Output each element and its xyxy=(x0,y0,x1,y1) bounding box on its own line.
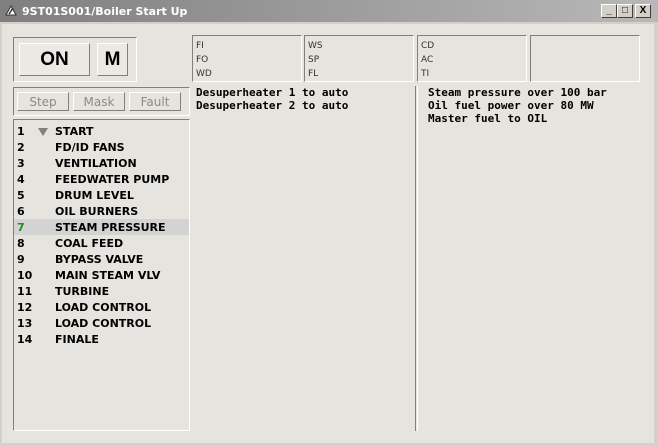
step-number: 6 xyxy=(17,204,25,218)
step-number: 3 xyxy=(17,156,25,170)
step-row[interactable]: 11 TURBINE xyxy=(14,283,189,299)
step-row[interactable]: 7 STEAM PRESSURE xyxy=(14,219,189,235)
step-row[interactable]: 14 FINALE xyxy=(14,331,189,347)
step-name: TURBINE xyxy=(55,284,110,298)
step-row[interactable]: 12 LOAD CONTROL xyxy=(14,299,189,315)
title-bar[interactable]: 9ST01S001/Boiler Start Up _ □ X xyxy=(0,0,658,22)
condition-line: Steam pressure over 100 bar xyxy=(428,86,607,99)
signal-label: AC xyxy=(421,55,434,65)
current-step-marker-icon xyxy=(38,128,48,136)
minimize-button[interactable]: _ xyxy=(601,4,617,18)
window-title: 9ST01S001/Boiler Start Up xyxy=(22,4,188,18)
mode-panel: ON M xyxy=(13,37,137,82)
signal-box-2: WS SP FL xyxy=(304,35,414,82)
step-number: 14 xyxy=(17,332,33,346)
step-row[interactable]: 3 VENTILATION xyxy=(14,155,189,171)
step-name: LOAD CONTROL xyxy=(55,300,152,314)
action-line: Desuperheater 1 to auto xyxy=(196,86,349,99)
step-name: START xyxy=(55,124,94,138)
signal-label: TI xyxy=(421,69,430,79)
condition-list: Steam pressure over 100 bar Oil fuel powe… xyxy=(428,86,607,125)
condition-line: Oil fuel power over 80 MW xyxy=(428,99,594,112)
step-row[interactable]: 4 FEEDWATER PUMP xyxy=(14,171,189,187)
condition-line: Master fuel to OIL xyxy=(428,112,548,125)
action-line: Desuperheater 2 to auto xyxy=(196,99,349,112)
app-icon[interactable] xyxy=(4,4,18,18)
step-number: 2 xyxy=(17,140,25,154)
signal-box-3: CD AC TI xyxy=(417,35,527,82)
step-number: 11 xyxy=(17,284,33,298)
step-name: STEAM PRESSURE xyxy=(55,220,166,234)
signal-label: FL xyxy=(308,69,319,79)
signal-label: WD xyxy=(196,69,212,79)
step-name: OIL BURNERS xyxy=(55,204,139,218)
signal-label: WS xyxy=(308,41,323,51)
step-name: LOAD CONTROL xyxy=(55,316,152,330)
step-row[interactable]: 13 LOAD CONTROL xyxy=(14,315,189,331)
step-number: 4 xyxy=(17,172,25,186)
mode-indicator: M xyxy=(97,43,128,76)
step-row[interactable]: 8 COAL FEED xyxy=(14,235,189,251)
mask-button[interactable]: Mask xyxy=(73,92,125,111)
step-name: FINALE xyxy=(55,332,99,346)
step-row[interactable]: 5 DRUM LEVEL xyxy=(14,187,189,203)
on-state-indicator: ON xyxy=(19,43,90,76)
step-button[interactable]: Step xyxy=(17,92,69,111)
step-name: FD/ID FANS xyxy=(55,140,125,154)
signal-box-4 xyxy=(530,35,640,82)
signal-label: CD xyxy=(421,41,435,51)
step-number: 10 xyxy=(17,268,33,282)
step-number: 7 xyxy=(17,220,25,234)
step-row[interactable]: 6 OIL BURNERS xyxy=(14,203,189,219)
signal-label: SP xyxy=(308,55,320,65)
signal-label: FO xyxy=(196,55,209,65)
step-number: 1 xyxy=(17,124,25,138)
step-number: 9 xyxy=(17,252,25,266)
button-panel: Step Mask Fault xyxy=(13,87,190,116)
action-list: Desuperheater 1 to auto Desuperheater 2 t… xyxy=(196,86,348,112)
step-name: VENTILATION xyxy=(55,156,137,170)
step-row[interactable]: 2 FD/ID FANS xyxy=(14,139,189,155)
step-name: BYPASS VALVE xyxy=(55,252,144,266)
maximize-button[interactable]: □ xyxy=(617,4,633,18)
client-area: ON M FI FO WD WS SP FL CD AC TI Step Mas… xyxy=(2,24,654,443)
step-name: MAIN STEAM VLV xyxy=(55,268,161,282)
step-name: COAL FEED xyxy=(55,236,124,250)
fault-button[interactable]: Fault xyxy=(129,92,181,111)
signal-box-1: FI FO WD xyxy=(192,35,302,82)
step-number: 13 xyxy=(17,316,33,330)
step-number: 8 xyxy=(17,236,25,250)
step-row[interactable]: 10 MAIN STEAM VLV xyxy=(14,267,189,283)
close-button[interactable]: X xyxy=(635,4,651,18)
step-row[interactable]: 1 START xyxy=(14,123,189,139)
signal-label: FI xyxy=(196,41,204,51)
step-list[interactable]: 1 START 2 FD/ID FANS 3 VENTILATION 4 FEEDWATER … xyxy=(13,119,190,431)
step-number: 5 xyxy=(17,188,25,202)
panel-divider xyxy=(415,86,418,431)
step-row[interactable]: 9 BYPASS VALVE xyxy=(14,251,189,267)
step-name: FEEDWATER PUMP xyxy=(55,172,170,186)
step-name: DRUM LEVEL xyxy=(55,188,134,202)
step-number: 12 xyxy=(17,300,33,314)
